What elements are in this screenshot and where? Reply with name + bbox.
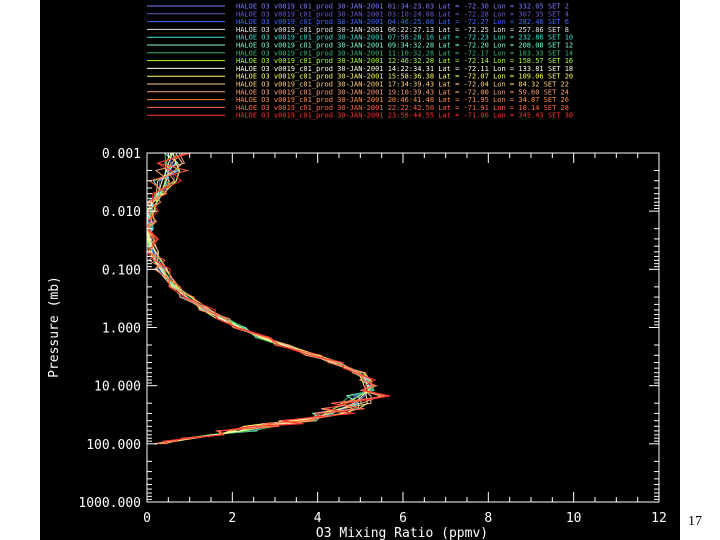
ozone-profile-line (146, 152, 372, 445)
x-tick-label: 4 (314, 511, 322, 526)
axes: 0 2 4 6 8 10 12 0.001 0.010 0.100 1.000 10.000 100.0… (78, 147, 666, 526)
ozone-profile-line (146, 152, 368, 445)
legend-label: HALOE O3 v0019_c01_prod 30-JAN-2001 07:5… (236, 34, 573, 42)
ozone-profile-line (146, 152, 374, 445)
legend-label: HALOE O3 v0019_c01_prod 30-JAN-2001 06:2… (236, 26, 569, 34)
ozone-profile-line (147, 152, 372, 445)
x-tick-label: 10 (566, 511, 582, 526)
y-axis-label: Pressure (mb) (47, 276, 62, 378)
x-tick-label: 6 (399, 511, 407, 526)
legend-label: HALOE O3 v0019_c01_prod 30-JAN-2001 12:4… (236, 57, 573, 65)
legend: HALOE O3 v0019_c01_prod 30-JAN-2001 01:3… (147, 3, 573, 120)
x-tick-label: 0 (143, 511, 151, 526)
plot-frame (146, 152, 660, 503)
legend-label: HALOE O3 v0019_c01_prod 30-JAN-2001 11:1… (236, 49, 573, 57)
ozone-profile-chart: HALOE O3 v0019_c01_prod 30-JAN-2001 01:3… (47, 3, 667, 540)
legend-label: HALOE O3 v0019_c01_prod 30-JAN-2001 19:1… (236, 88, 569, 96)
series-lines (146, 152, 391, 445)
y-tick-label: 1.000 (102, 322, 141, 337)
ozone-profile-line (146, 152, 369, 445)
x-tick-label: 8 (484, 511, 492, 526)
legend-label: HALOE O3 v0019_c01_prod 30-JAN-2001 23:5… (236, 112, 573, 120)
ozone-profile-line (146, 152, 375, 445)
page-number: 17 (688, 514, 702, 529)
ozone-profile-line (146, 152, 376, 445)
legend-label: HALOE O3 v0019_c01_prod 30-JAN-2001 09:3… (236, 42, 573, 50)
y-tick-label: 100.000 (86, 438, 141, 453)
legend-label: HALOE O3 v0019_c01_prod 30-JAN-2001 04:4… (236, 18, 569, 26)
legend-label: HALOE O3 v0019_c01_prod 30-JAN-2001 15:5… (236, 73, 573, 81)
x-axis-label: O3 Mixing Ratio (ppmv) (316, 526, 488, 540)
x-tick-label: 2 (228, 511, 236, 526)
legend-label: HALOE O3 v0019_c01_prod 30-JAN-2001 01:3… (236, 3, 569, 11)
legend-label: HALOE O3 v0019_c01_prod 30-JAN-2001 22:2… (236, 104, 569, 112)
legend-label: HALOE O3 v0019_c01_prod 30-JAN-2001 03:1… (236, 10, 569, 18)
legend-label: HALOE O3 v0019_c01_prod 30-JAN-2001 17:3… (236, 81, 569, 89)
plot-panel: HALOE O3 v0019_c01_prod 30-JAN-2001 01:3… (40, 0, 680, 540)
y-tick-label: 0.001 (102, 147, 141, 162)
legend-label: HALOE O3 v0019_c01_prod 30-JAN-2001 14:2… (236, 65, 573, 73)
x-tick-label: 12 (651, 511, 667, 526)
ozone-profile-line (147, 152, 372, 445)
y-tick-label: 0.100 (102, 263, 141, 278)
legend-label: HALOE O3 v0019_c01_prod 30-JAN-2001 20:4… (236, 96, 569, 104)
y-tick-label: 1000.000 (78, 496, 141, 511)
y-tick-label: 10.000 (94, 380, 141, 395)
y-tick-label: 0.010 (102, 205, 141, 220)
ozone-profile-line (146, 152, 372, 445)
